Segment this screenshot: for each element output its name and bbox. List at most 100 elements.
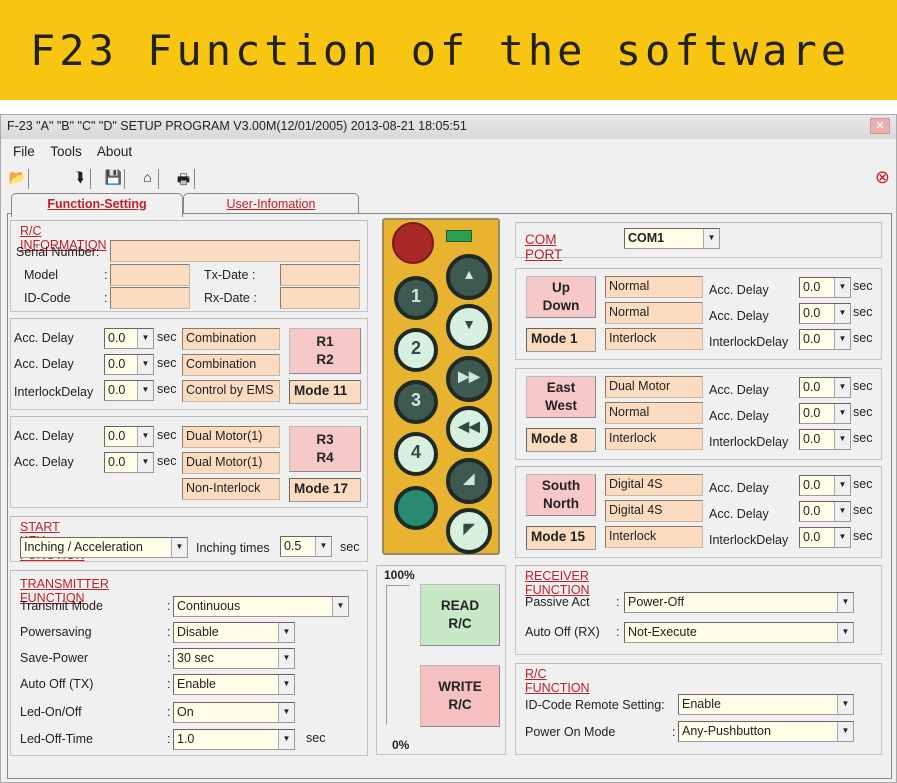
chevron-down-icon[interactable]: ▼ [834,502,850,521]
function-field[interactable]: Interlock [605,526,703,548]
chevron-down-icon[interactable]: ▼ [278,649,294,668]
chevron-down-icon[interactable]: ▼ [278,703,294,722]
transmitter-select[interactable]: Enable ▼ [173,674,295,695]
home-icon[interactable]: ⌂ [137,169,159,189]
chevron-down-icon[interactable]: ▼ [315,537,331,556]
menu-tools[interactable]: Tools [50,144,82,159]
transmitter-select[interactable]: On ▼ [173,702,295,723]
write-rc-button-line: WRITE [438,679,482,694]
relay-button[interactable]: R1 R2 [289,328,361,374]
chevron-down-icon[interactable]: ▼ [834,278,850,297]
chevron-down-icon[interactable]: ▼ [834,430,850,449]
chevron-down-icon[interactable]: ▼ [834,330,850,349]
transmitter-select[interactable]: Disable ▼ [173,622,295,643]
function-field[interactable]: Non-Interlock [182,478,280,500]
mode-field[interactable]: Mode 8 [526,428,596,452]
id-code-field[interactable] [110,287,190,309]
chevron-down-icon[interactable]: ▼ [137,329,153,348]
tx-date-field[interactable] [280,264,360,286]
chevron-down-icon[interactable]: ▼ [834,528,850,547]
chevron-down-icon[interactable]: ▼ [278,730,294,749]
tab-user-information[interactable]: User-Infomation [183,193,359,215]
start-key-select[interactable]: Inching / Acceleration ▼ [20,537,188,558]
function-field[interactable]: Dual Motor(1) [182,452,280,474]
chevron-down-icon[interactable]: ▼ [834,404,850,423]
chevron-down-icon[interactable]: ▼ [137,381,153,400]
chevron-down-icon[interactable]: ▼ [837,722,853,741]
function-field[interactable]: Normal [605,402,703,424]
delay-select[interactable]: 0.0 ▼ [799,377,851,398]
function-field[interactable]: Interlock [605,428,703,450]
chevron-down-icon[interactable]: ▼ [278,675,294,694]
delay-select[interactable]: 0.0 ▼ [799,527,851,548]
print-icon[interactable]: 🖶 [173,169,195,189]
save-icon[interactable]: 💾 [103,169,125,189]
function-field[interactable]: Dual Motor(1) [182,426,280,448]
mode-field[interactable]: Mode 17 [289,478,361,502]
open-folder-icon[interactable]: 📂 [7,169,29,189]
delay-select[interactable]: 0.0 ▼ [104,426,154,447]
mode-field[interactable]: Mode 15 [526,526,596,550]
axis-button[interactable]: Up Down [526,276,596,318]
function-field[interactable]: Digital 4S [605,474,703,496]
chevron-down-icon[interactable]: ▼ [837,593,853,612]
com-port-select[interactable]: COM1 ▼ [624,228,720,249]
function-field[interactable]: Combination [182,354,280,376]
function-field[interactable]: Combination [182,328,280,350]
write-rc-button[interactable]: WRITE R/C [420,665,500,727]
mode-field[interactable]: Mode 1 [526,328,596,352]
menu-file[interactable]: File [13,144,35,159]
delay-select[interactable]: 0.0 ▼ [799,329,851,350]
chevron-down-icon[interactable]: ▼ [137,453,153,472]
axis-button[interactable]: East West [526,376,596,418]
read-rc-button[interactable]: READ R/C [420,584,500,646]
transmitter-select[interactable]: 1.0 ▼ [173,729,295,750]
delay-select[interactable]: 0.0 ▼ [799,475,851,496]
function-field[interactable]: Normal [605,276,703,298]
delay-select[interactable]: 0.0 ▼ [799,429,851,450]
transmitter-select[interactable]: 30 sec ▼ [173,648,295,669]
chevron-down-icon[interactable]: ▼ [332,597,348,616]
chevron-down-icon[interactable]: ▼ [834,304,850,323]
inching-times-select[interactable]: 0.5 ▼ [280,536,332,557]
chevron-down-icon[interactable]: ▼ [278,623,294,642]
window-close-button[interactable]: ✕ [870,118,890,134]
serial-number-field[interactable] [110,240,360,262]
remote-arrow-button-icon: ▲ [446,254,492,300]
function-field[interactable]: Dual Motor [605,376,703,398]
transmitter-select[interactable]: Continuous ▼ [173,596,349,617]
menu-about[interactable]: About [97,144,132,159]
function-field[interactable]: Interlock [605,328,703,350]
delay-select[interactable]: 0.0 ▼ [104,354,154,375]
rc-function-select[interactable]: Enable ▼ [678,694,854,715]
delay-select[interactable]: 0.0 ▼ [104,452,154,473]
close-icon[interactable]: ⊗ [875,167,890,188]
axis-button[interactable]: South North [526,474,596,516]
chevron-down-icon[interactable]: ▼ [837,623,853,642]
function-field[interactable]: Control by EMS [182,380,280,402]
chevron-down-icon[interactable]: ▼ [703,229,719,248]
chevron-down-icon[interactable]: ▼ [171,538,187,557]
delay-select[interactable]: 0.0 ▼ [799,403,851,424]
function-field[interactable]: Digital 4S [605,500,703,522]
chevron-down-icon[interactable]: ▼ [137,355,153,374]
delay-select[interactable]: 0.0 ▼ [799,501,851,522]
delay-select[interactable]: 0.0 ▼ [799,277,851,298]
chevron-down-icon[interactable]: ▼ [137,427,153,446]
mode-field[interactable]: Mode 11 [289,380,361,404]
rc-function-select[interactable]: Any-Pushbutton ▼ [678,721,854,742]
tab-function-setting[interactable]: Function-Setting [11,193,183,217]
relay-button[interactable]: R3 R4 [289,426,361,472]
rx-date-field[interactable] [280,287,360,309]
chevron-down-icon[interactable]: ▼ [837,695,853,714]
delay-select[interactable]: 0.0 ▼ [799,303,851,324]
download-icon[interactable]: ⮯ [69,169,91,189]
receiver-select[interactable]: Not-Execute ▼ [624,622,854,643]
delay-select[interactable]: 0.0 ▼ [104,380,154,401]
function-field[interactable]: Normal [605,302,703,324]
chevron-down-icon[interactable]: ▼ [834,378,850,397]
receiver-select[interactable]: Power-Off ▼ [624,592,854,613]
model-field[interactable] [110,264,190,286]
delay-select[interactable]: 0.0 ▼ [104,328,154,349]
chevron-down-icon[interactable]: ▼ [834,476,850,495]
